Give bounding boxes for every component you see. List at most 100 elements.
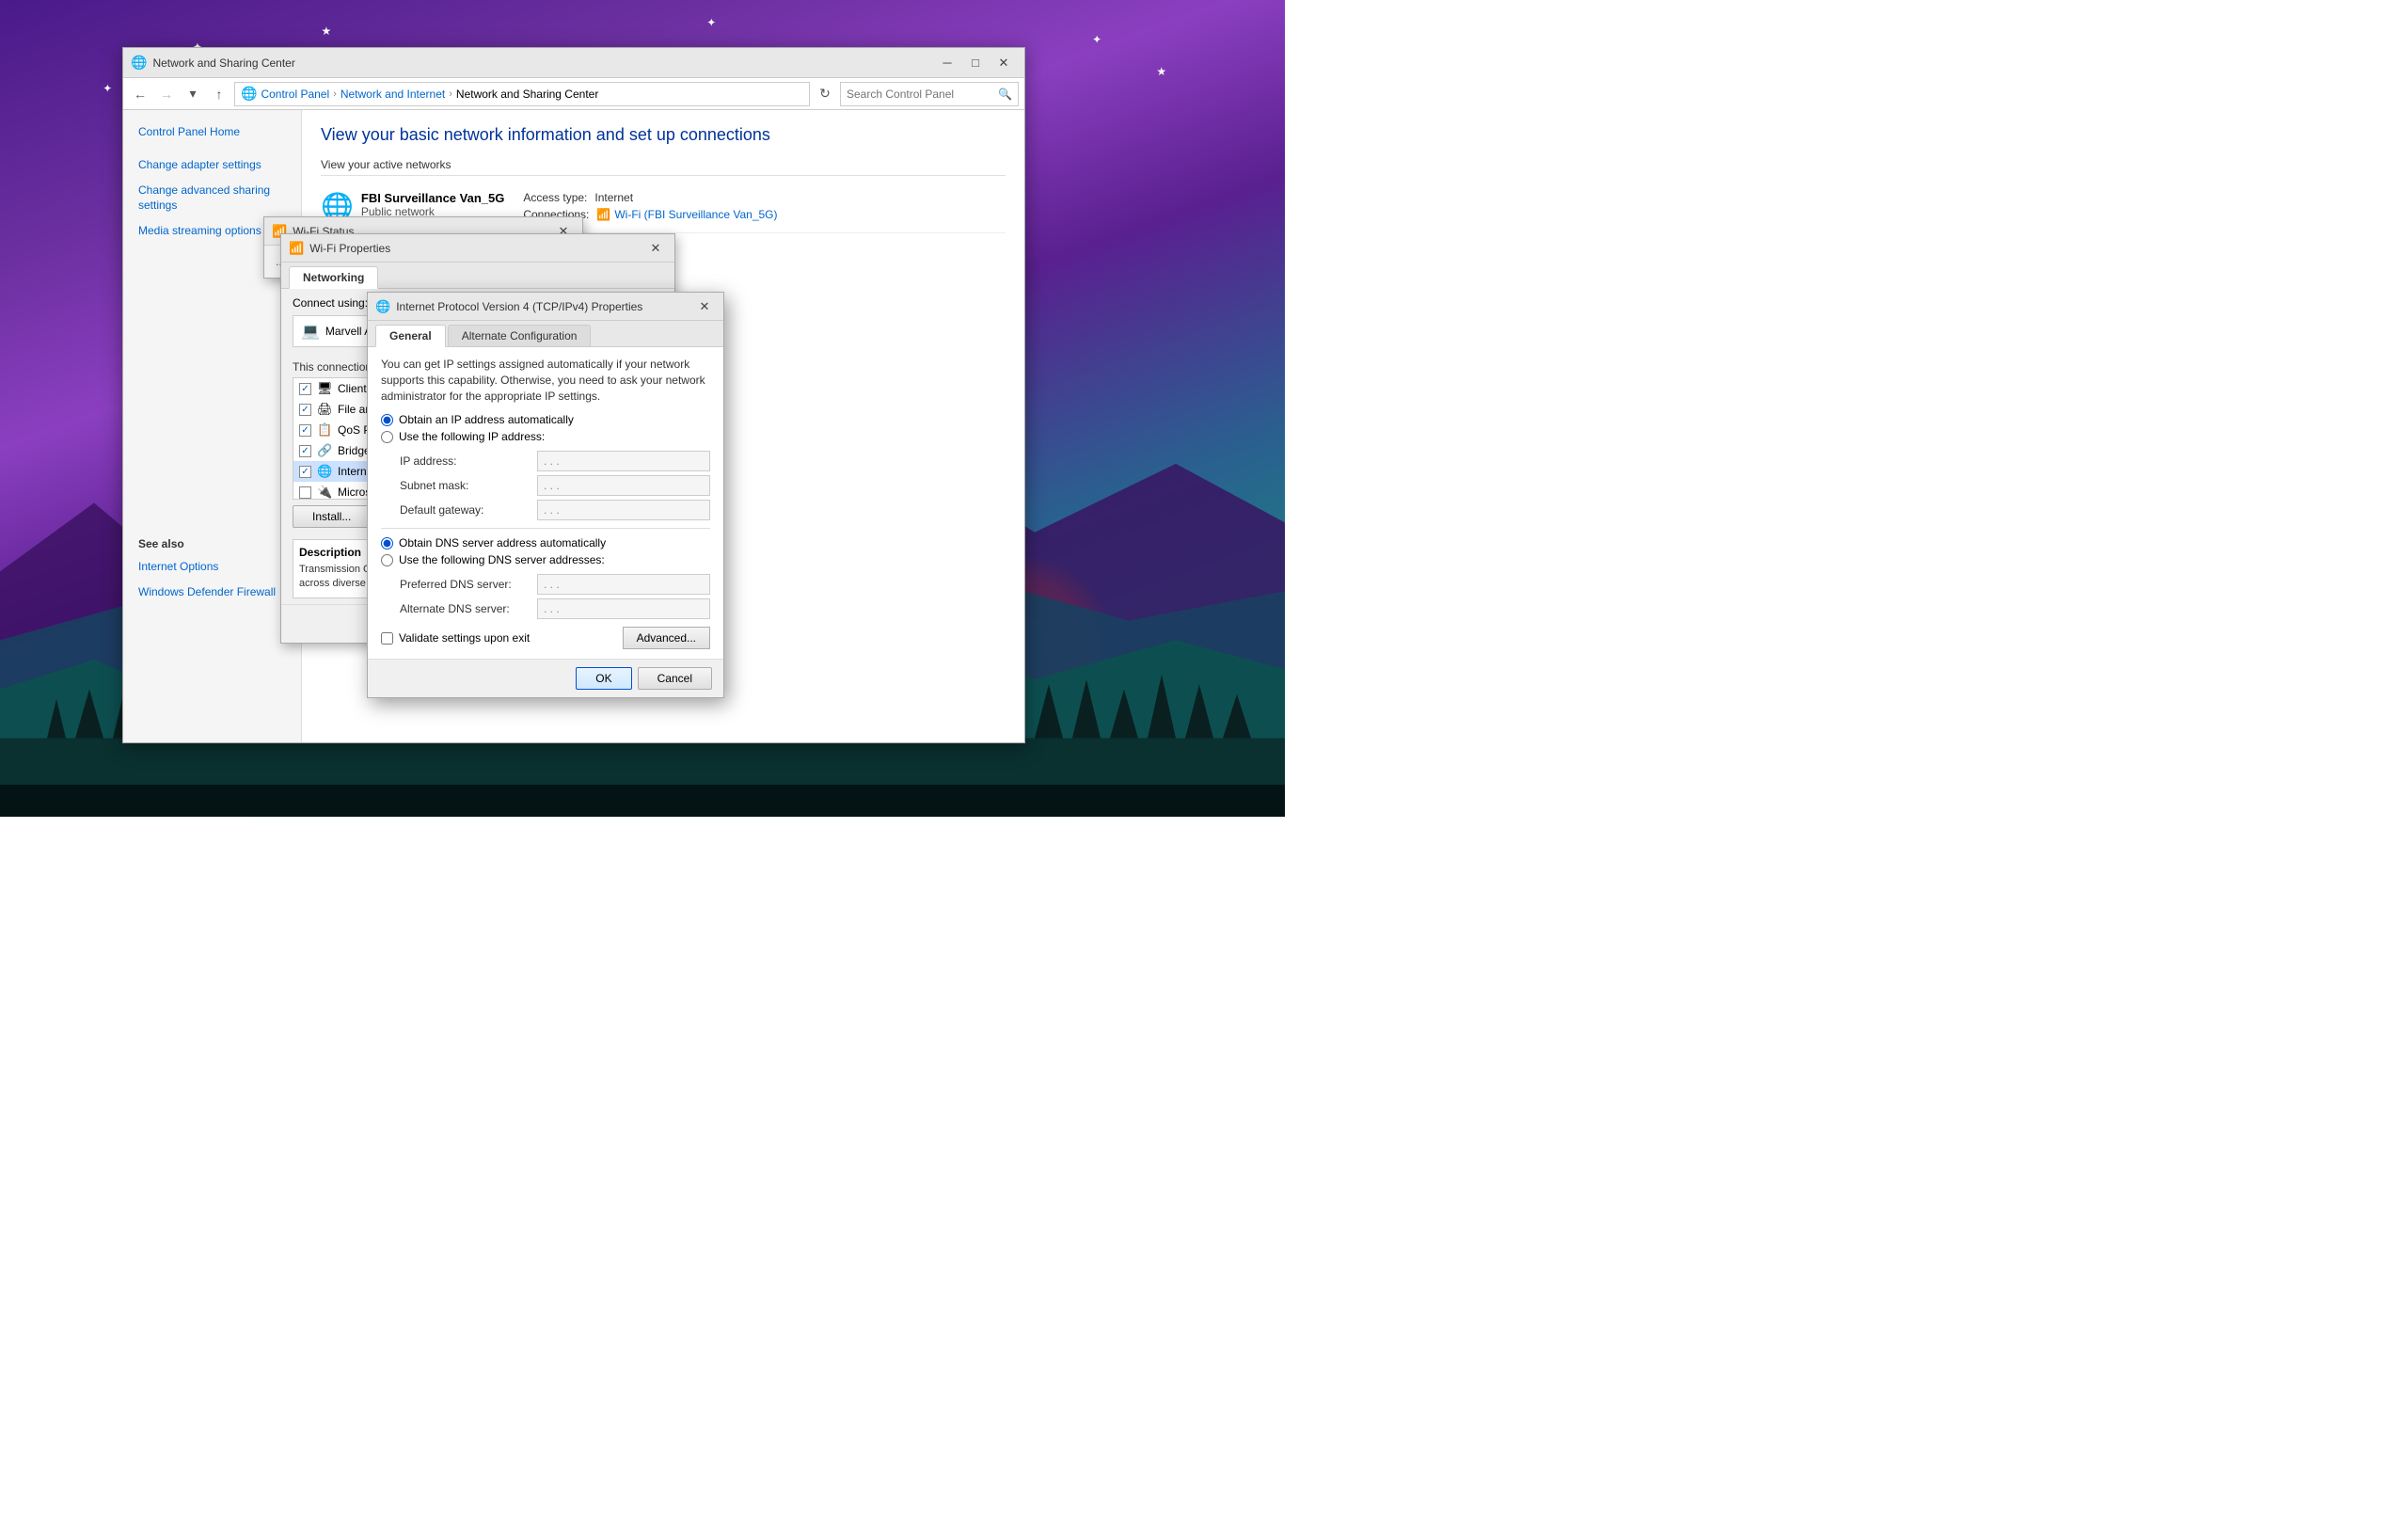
adapter-icon: 💻 [301,322,320,341]
taskbar [0,785,1285,817]
install-button[interactable]: Install... [293,505,371,528]
tab-alternate[interactable]: Alternate Configuration [448,325,592,346]
alternate-dns-label: Alternate DNS server: [400,598,531,619]
checkbox-bridge[interactable]: ✓ [299,445,311,457]
breadcrumb-icon: 🌐 [241,86,257,102]
tcpip-dialog-buttons: OK Cancel [368,659,723,697]
page-title: View your basic network information and … [321,125,1006,145]
tcpip-title: Internet Protocol Version 4 (TCP/IPv4) P… [396,300,693,313]
auto-ip-radio[interactable] [381,414,393,426]
qos-icon: 📋 [317,422,332,438]
maximize-button[interactable]: □ [962,53,989,73]
title-bar: 🌐 Network and Sharing Center ─ □ ✕ [123,48,1024,78]
ip-fields: IP address: Subnet mask: Default gateway… [400,451,710,520]
advanced-button[interactable]: Advanced... [623,627,710,649]
ipv4-icon: 🌐 [317,464,332,479]
auto-dns-radio[interactable] [381,537,393,549]
window-icon: 🌐 [131,55,147,71]
recent-locations-button[interactable]: ▾ [182,83,204,105]
wifi-props-title: Wi-Fi Properties [309,242,644,255]
breadcrumb-current: Network and Sharing Center [456,88,598,101]
tcpip-dialog: 🌐 Internet Protocol Version 4 (TCP/IPv4)… [367,292,724,698]
wifi-props-close[interactable]: ✕ [644,239,667,258]
validate-row: Validate settings upon exit Advanced... [381,627,710,649]
network-access: Access type: Internet Connections: 📶 Wi-… [523,191,1006,225]
auto-ip-row: Obtain an IP address automatically [381,413,710,426]
checkbox-netadapter[interactable] [299,486,311,499]
tcpip-body: You can get IP settings assigned automat… [368,347,723,659]
preferred-dns-label: Preferred DNS server: [400,574,531,595]
close-button[interactable]: ✕ [990,53,1017,73]
breadcrumb-sep-2: › [449,88,452,100]
star: ✦ [103,82,112,95]
auto-dns-label: Obtain DNS server address automatically [399,536,606,549]
breadcrumb-control-panel[interactable]: Control Panel [261,88,329,101]
breadcrumb: 🌐 Control Panel › Network and Internet ›… [234,82,810,106]
breadcrumb-sep-1: › [333,88,337,100]
checkbox-qos[interactable]: ✓ [299,424,311,437]
client-icon: 🖥 [317,381,332,396]
auto-dns-row: Obtain DNS server address automatically [381,536,710,549]
tcpip-icon: 🌐 [375,299,390,314]
desktop: ✦ ★ ✦ ★ ✦ ★ ★ ✦ 🌐 N [0,0,1285,817]
tcpip-cancel-button[interactable]: Cancel [638,667,712,690]
ip-address-input [537,451,710,471]
tab-networking[interactable]: Networking [289,266,378,289]
window-title: Network and Sharing Center [152,56,934,70]
search-box: 🔍 [840,82,1019,106]
preferred-dns-input [537,574,710,595]
wifi-signal-icon: 📶 [596,208,610,221]
sidebar: Control Panel Home Change adapter settin… [123,110,302,742]
manual-ip-row: Use the following IP address: [381,430,710,443]
dns-radio-group: Obtain DNS server address automatically … [381,536,710,566]
star: ✦ [706,16,716,29]
see-also-title: See also [123,526,301,554]
breadcrumb-network-internet[interactable]: Network and Internet [341,88,445,101]
checkbox-fileprinter[interactable]: ✓ [299,404,311,416]
divider [381,528,710,529]
sidebar-item-internet-options[interactable]: Internet Options [123,554,301,580]
forward-button[interactable]: → [155,83,178,105]
sidebar-item-adapter[interactable]: Change adapter settings [123,152,301,178]
star: ✦ [1092,33,1101,46]
tab-general[interactable]: General [375,325,446,347]
ip-radio-group: Obtain an IP address automatically Use t… [381,413,710,443]
access-type-value: Internet [594,191,633,204]
gateway-label: Default gateway: [400,500,531,520]
manual-ip-radio[interactable] [381,431,393,443]
address-bar: ← → ▾ ↑ 🌐 Control Panel › Network and In… [123,78,1024,110]
gateway-input [537,500,710,520]
window-controls: ─ □ ✕ [934,53,1017,73]
auto-ip-label: Obtain an IP address automatically [399,413,574,426]
star: ★ [322,24,332,38]
ip-address-label: IP address: [400,451,531,471]
sidebar-item-advanced-sharing[interactable]: Change advanced sharing settings [123,178,301,219]
checkbox-ipv4[interactable]: ✓ [299,466,311,478]
sidebar-item-firewall[interactable]: Windows Defender Firewall [123,580,301,605]
bridge-icon: 🔗 [317,443,332,458]
minimize-button[interactable]: ─ [934,53,960,73]
refresh-button[interactable]: ↻ [814,83,836,105]
wifi-props-tabs: Networking [281,263,674,289]
tcpip-ok-button[interactable]: OK [576,667,631,690]
alternate-dns-input [537,598,710,619]
subnet-input [537,475,710,496]
tcpip-close[interactable]: ✕ [693,297,716,316]
netadapter-icon: 🔌 [317,485,332,500]
back-button[interactable]: ← [129,83,151,105]
wifi-props-icon: 📶 [289,241,304,256]
manual-ip-label: Use the following IP address: [399,430,545,443]
checkbox-client[interactable]: ✓ [299,383,311,395]
manual-dns-label: Use the following DNS server addresses: [399,553,605,566]
sidebar-item-home[interactable]: Control Panel Home [123,119,301,145]
connection-link[interactable]: Wi-Fi (FBI Surveillance Van_5G) [614,208,777,221]
star: ★ [1156,65,1166,78]
manual-dns-radio[interactable] [381,554,393,566]
search-icon: 🔍 [998,88,1012,101]
dns-fields: Preferred DNS server: Alternate DNS serv… [400,574,710,619]
wifi-props-title-bar: 📶 Wi-Fi Properties ✕ [281,234,674,263]
search-input[interactable] [847,88,994,101]
validate-checkbox[interactable] [381,632,393,645]
validate-label: Validate settings upon exit [399,631,530,645]
up-button[interactable]: ↑ [208,83,230,105]
